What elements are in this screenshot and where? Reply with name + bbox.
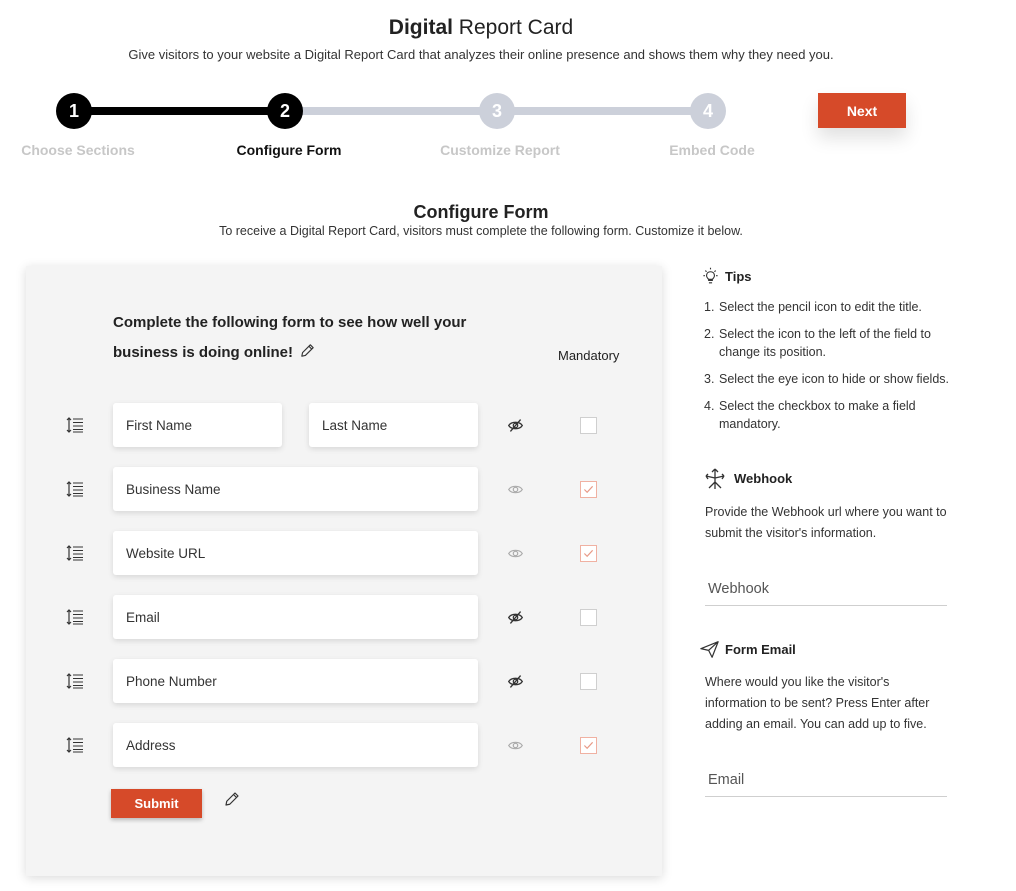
mandatory-checkbox-checked[interactable] [580,481,597,498]
mandatory-checkbox[interactable] [580,673,597,690]
step-1-circle[interactable]: 1 [56,93,92,129]
first-name-field[interactable]: First Name [113,403,282,447]
webhook-icon [705,468,725,489]
next-button[interactable]: Next [818,93,906,128]
step-2-circle[interactable]: 2 [267,93,303,129]
form-email-input[interactable] [705,763,947,797]
drag-handle-icon[interactable] [66,416,84,434]
lightbulb-icon [703,267,718,284]
drag-handle-icon[interactable] [66,608,84,626]
email-field[interactable]: Email [113,595,478,639]
form-heading: Complete the following form to see how w… [113,314,467,361]
tip-item: 1. Select the pencil icon to edit the tit… [704,300,922,314]
phone-number-field[interactable]: Phone Number [113,659,478,703]
form-email-description: Where would you like the visitor's infor… [705,675,930,731]
form-email-title: Form Email [725,642,796,657]
business-name-field[interactable]: Business Name [113,467,478,511]
eye-hidden-icon[interactable] [507,417,524,434]
tip-item: 3. Select the eye icon to hide or show fi… [704,372,949,386]
drag-handle-icon[interactable] [66,480,84,498]
check-icon [583,741,594,750]
mandatory-checkbox[interactable] [580,609,597,626]
tip-item: 4. Select the checkbox to make a field ma… [704,399,916,431]
section-subtitle: To receive a Digital Report Card, visito… [219,224,743,238]
webhook-description: Provide the Webhook url where you want t… [705,505,947,540]
step-4-circle[interactable]: 4 [690,93,726,129]
page-title: Digital Report Card [388,16,574,39]
tips-title: Tips [725,269,752,284]
webhook-title: Webhook [734,471,793,486]
pencil-icon[interactable] [223,790,241,808]
last-name-field[interactable]: Last Name [309,403,478,447]
eye-icon[interactable] [507,545,524,562]
eye-icon[interactable] [507,737,524,754]
check-icon [583,549,594,558]
drag-handle-icon[interactable] [66,672,84,690]
address-field[interactable]: Address [113,723,478,767]
step-2-label[interactable]: Configure Form [209,142,369,158]
submit-button[interactable]: Submit [111,789,202,818]
step-3-circle[interactable]: 3 [479,93,515,129]
mandatory-checkbox-checked[interactable] [580,737,597,754]
tips-list: 1. Select the pencil icon to edit the tit… [704,298,964,442]
step-1-label[interactable]: Choose Sections [0,142,158,158]
eye-hidden-icon[interactable] [507,673,524,690]
page-subtitle: Give visitors to your website a Digital … [128,47,834,62]
mandatory-checkbox[interactable] [580,417,597,434]
check-icon [583,485,594,494]
mandatory-checkbox-checked[interactable] [580,545,597,562]
pencil-icon[interactable] [299,342,316,359]
eye-hidden-icon[interactable] [507,609,524,626]
step-3-label[interactable]: Customize Report [420,142,580,158]
eye-icon[interactable] [507,481,524,498]
section-title: Configure Form [413,202,549,222]
drag-handle-icon[interactable] [66,736,84,754]
paper-plane-icon [700,641,719,658]
stepper-track-done [74,107,286,115]
mandatory-header: Mandatory [558,348,620,363]
website-url-field[interactable]: Website URL [113,531,478,575]
webhook-input[interactable] [705,572,947,606]
step-4-label[interactable]: Embed Code [632,142,792,158]
tip-item: 2. Select the icon to the left of the fie… [704,327,931,359]
drag-handle-icon[interactable] [66,544,84,562]
